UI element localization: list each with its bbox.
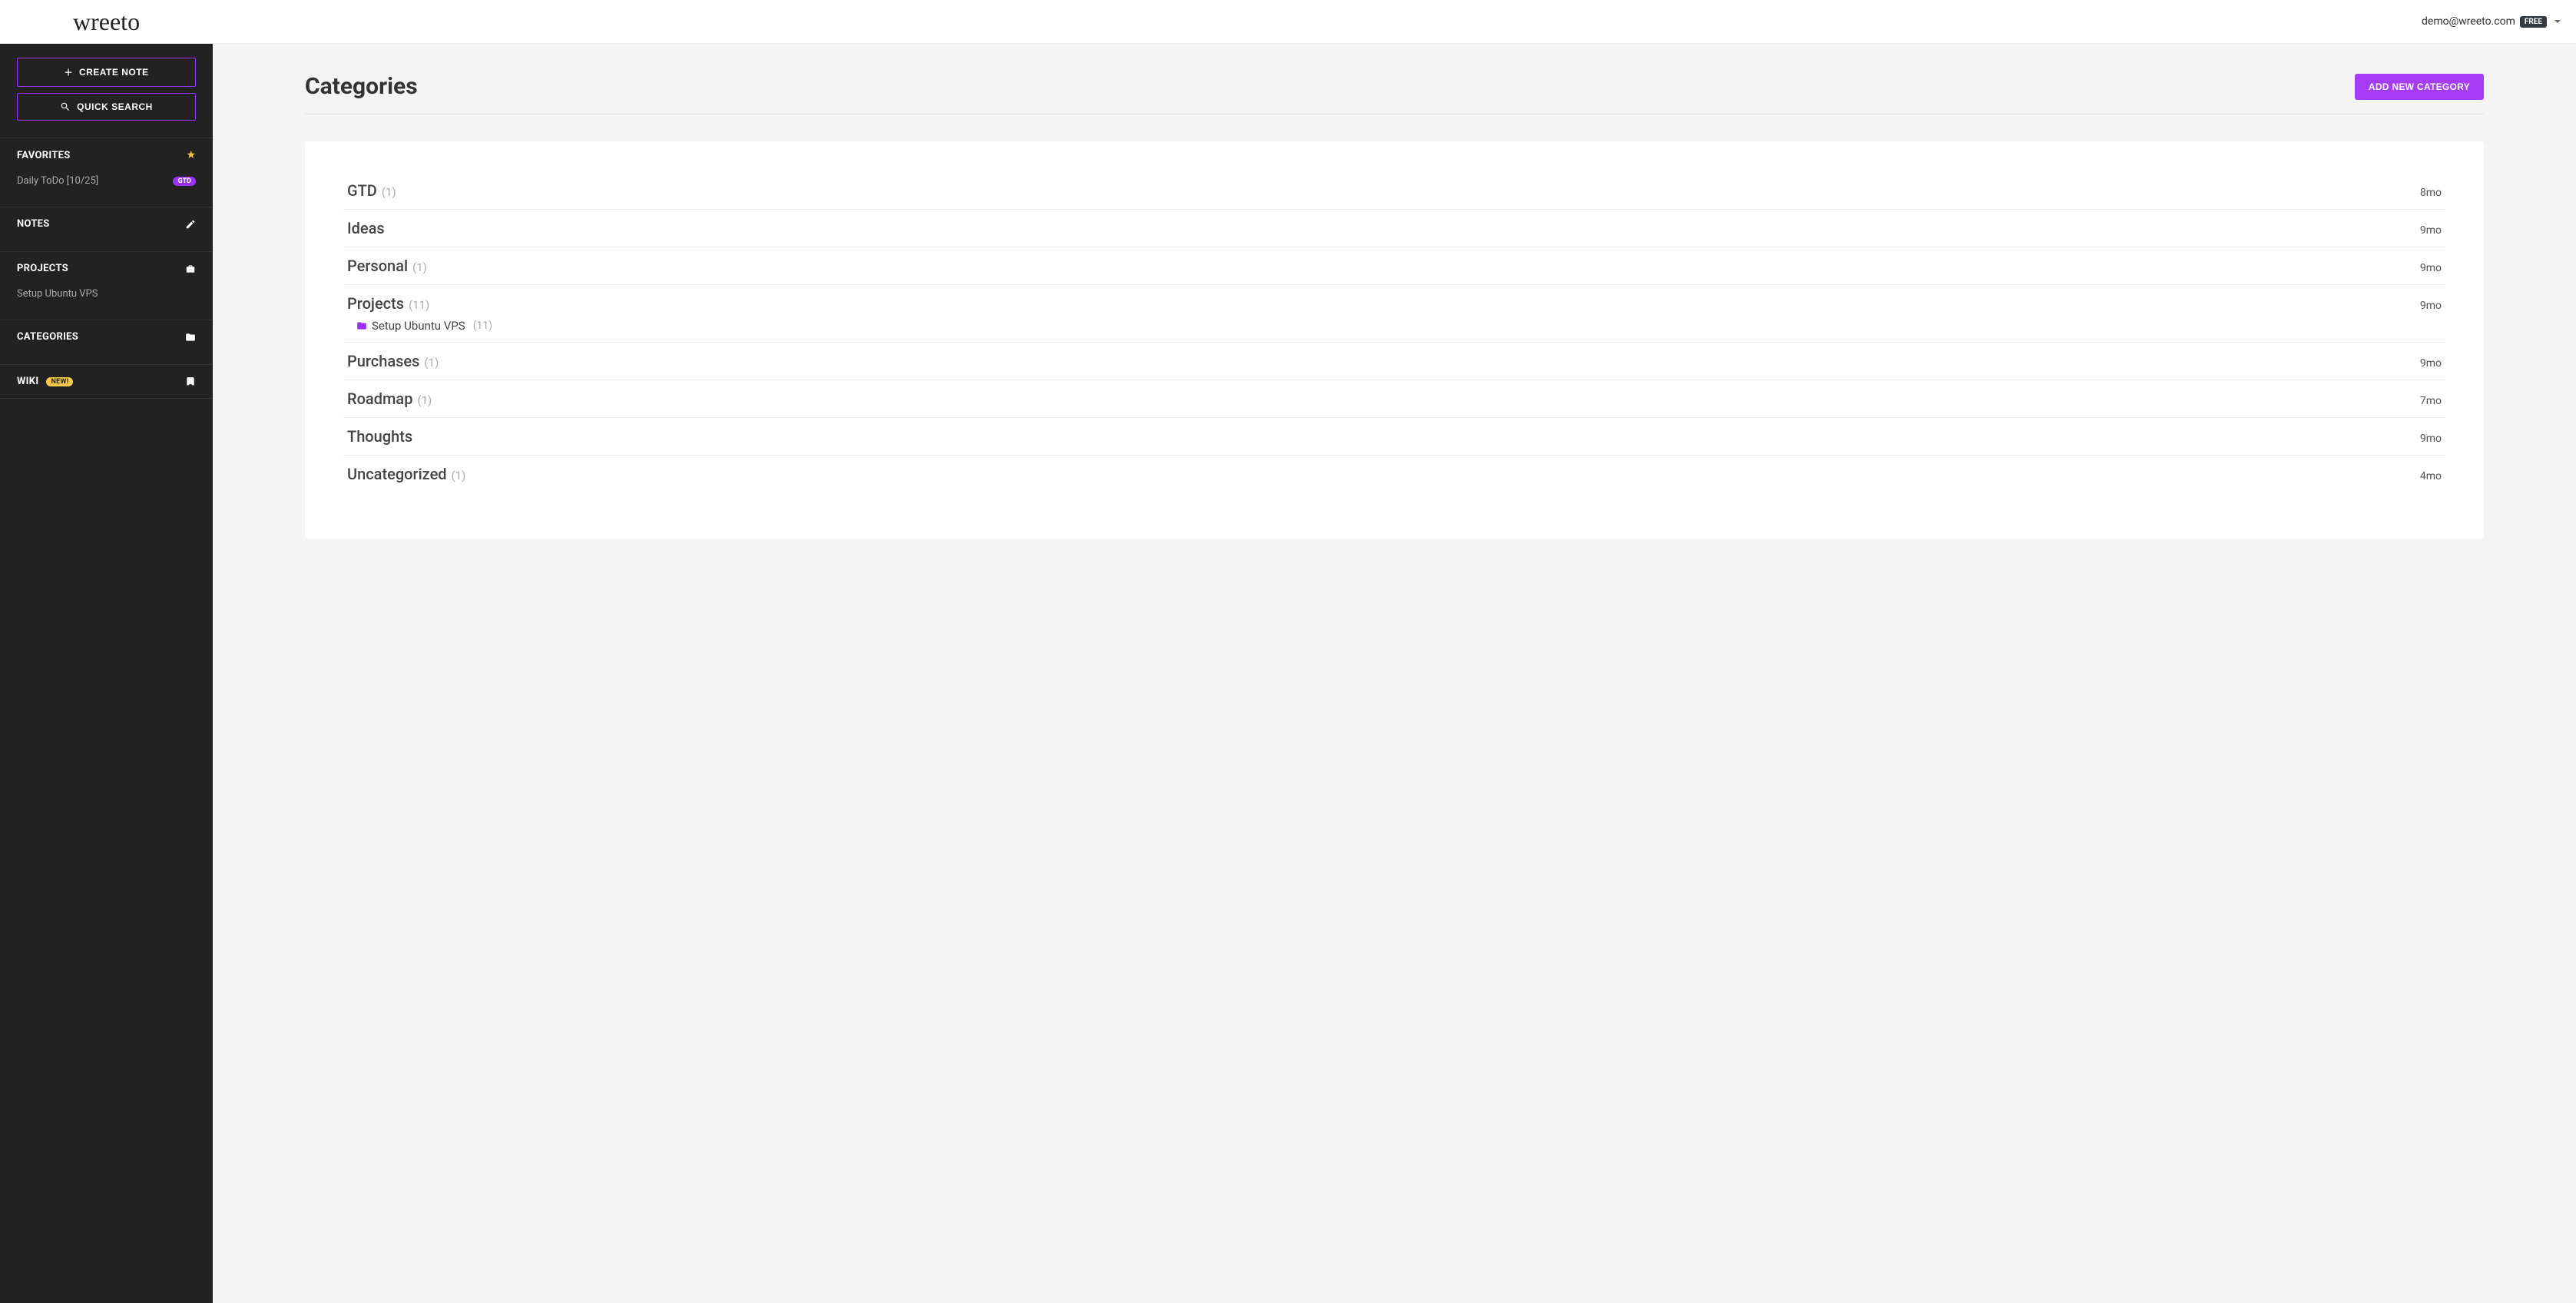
wiki-label: WIKI NEW! xyxy=(17,376,73,387)
sidebar: ＋ CREATE NOTE QUICK SEARCH FAVORITES ★ D… xyxy=(0,44,213,1303)
category-row[interactable]: GTD (1) 8mo xyxy=(343,172,2445,210)
favorites-label: FAVORITES xyxy=(17,150,71,161)
book-icon xyxy=(185,376,196,387)
sidebar-section-wiki: WIKI NEW! xyxy=(0,364,213,399)
sidebar-header-notes[interactable]: NOTES xyxy=(0,207,213,240)
category-row[interactable]: Projects (11) 9mo Setup Ubuntu VPS (11) xyxy=(343,285,2445,343)
project-item-label: Setup Ubuntu VPS xyxy=(17,288,98,300)
plus-icon: ＋ xyxy=(64,66,73,78)
category-name: Personal xyxy=(347,257,408,275)
favorite-item-label: Daily ToDo [10/25] xyxy=(17,175,98,187)
sidebar-header-projects[interactable]: PROJECTS xyxy=(0,252,213,285)
sidebar-header-categories[interactable]: CATEGORIES xyxy=(0,320,213,353)
category-time: 7mo xyxy=(2420,395,2442,407)
category-count: (1) xyxy=(452,469,466,482)
sidebar-section-favorites: FAVORITES ★ Daily ToDo [10/25] GTD xyxy=(0,138,213,196)
category-name: Purchases xyxy=(347,352,419,370)
category-name: Ideas xyxy=(347,219,385,237)
category-sub-count: (11) xyxy=(473,320,492,332)
category-name: Roadmap xyxy=(347,390,412,408)
category-row[interactable]: Ideas 9mo xyxy=(343,210,2445,247)
sidebar-section-categories: CATEGORIES xyxy=(0,320,213,353)
add-category-button[interactable]: ADD NEW CATEGORY xyxy=(2355,74,2484,100)
category-count: (1) xyxy=(417,393,432,407)
user-menu[interactable]: demo@wreeto.com FREE xyxy=(2422,15,2561,28)
category-row-top: Thoughts 9mo xyxy=(347,427,2442,446)
category-time: 9mo xyxy=(2420,357,2442,370)
sidebar-section-notes: NOTES xyxy=(0,207,213,240)
quick-search-label: QUICK SEARCH xyxy=(77,101,153,112)
category-count: (1) xyxy=(412,260,427,274)
category-row[interactable]: Uncategorized (1) 4mo xyxy=(343,456,2445,492)
search-icon xyxy=(60,101,71,112)
category-time: 8mo xyxy=(2420,187,2442,199)
briefcase-icon xyxy=(185,264,196,274)
category-count: (1) xyxy=(382,185,396,199)
sidebar-section-projects: PROJECTS Setup Ubuntu VPS xyxy=(0,251,213,309)
folder-icon xyxy=(185,332,196,343)
category-time: 9mo xyxy=(2420,224,2442,237)
folder-icon xyxy=(356,320,367,331)
category-sub-name: Setup Ubuntu VPS xyxy=(372,319,465,333)
star-icon: ★ xyxy=(186,149,196,161)
notes-label: NOTES xyxy=(17,218,50,230)
user-email: demo@wreeto.com xyxy=(2422,15,2515,28)
category-row-top: GTD (1) 8mo xyxy=(347,181,2442,200)
sidebar-item-favorite[interactable]: Daily ToDo [10/25] GTD xyxy=(0,172,213,196)
category-time: 9mo xyxy=(2420,433,2442,445)
categories-card: GTD (1) 8mo Ideas 9mo Personal (1) 9mo Projects (… xyxy=(305,141,2484,539)
page-title: Categories xyxy=(305,73,418,100)
category-count: (11) xyxy=(409,298,429,312)
create-note-button[interactable]: ＋ CREATE NOTE xyxy=(17,58,196,87)
sidebar-item-project[interactable]: Setup Ubuntu VPS xyxy=(0,285,213,309)
main-content: Categories ADD NEW CATEGORY GTD (1) 8mo Ide… xyxy=(213,44,2576,1303)
category-name: Thoughts xyxy=(347,427,412,446)
category-name: GTD xyxy=(347,181,377,200)
sidebar-header-wiki[interactable]: WIKI NEW! xyxy=(0,365,213,398)
new-badge: NEW! xyxy=(46,377,73,386)
category-time: 9mo xyxy=(2420,300,2442,312)
category-row-top: Purchases (1) 9mo xyxy=(347,352,2442,370)
gtd-badge: GTD xyxy=(173,177,196,186)
category-row-top: Projects (11) 9mo xyxy=(347,294,2442,313)
category-name: Projects xyxy=(347,294,404,313)
category-row[interactable]: Roadmap (1) 7mo xyxy=(343,380,2445,418)
create-note-label: CREATE NOTE xyxy=(79,67,149,78)
projects-label: PROJECTS xyxy=(17,263,68,274)
category-time: 9mo xyxy=(2420,262,2442,274)
category-row-top: Personal (1) 9mo xyxy=(347,257,2442,275)
sidebar-header-favorites[interactable]: FAVORITES ★ xyxy=(0,138,213,172)
category-row-top: Roadmap (1) 7mo xyxy=(347,390,2442,408)
category-time: 4mo xyxy=(2420,470,2442,482)
category-subitem[interactable]: Setup Ubuntu VPS (11) xyxy=(356,319,2442,333)
category-row-top: Ideas 9mo xyxy=(347,219,2442,237)
category-name: Uncategorized xyxy=(347,465,447,483)
category-row[interactable]: Thoughts 9mo xyxy=(343,418,2445,456)
quick-search-button[interactable]: QUICK SEARCH xyxy=(17,93,196,121)
categories-list: GTD (1) 8mo Ideas 9mo Personal (1) 9mo Projects (… xyxy=(343,172,2445,492)
pencil-icon xyxy=(185,219,196,230)
top-header: wreeto demo@wreeto.com FREE xyxy=(0,0,2576,44)
categories-label: CATEGORIES xyxy=(17,331,78,343)
chevron-down-icon xyxy=(2554,20,2561,23)
category-count: (1) xyxy=(424,356,439,370)
logo[interactable]: wreeto xyxy=(73,8,140,36)
category-row[interactable]: Personal (1) 9mo xyxy=(343,247,2445,285)
page-header: Categories ADD NEW CATEGORY xyxy=(305,73,2484,114)
category-row[interactable]: Purchases (1) 9mo xyxy=(343,343,2445,380)
category-row-top: Uncategorized (1) 4mo xyxy=(347,465,2442,483)
plan-badge: FREE xyxy=(2520,16,2547,28)
